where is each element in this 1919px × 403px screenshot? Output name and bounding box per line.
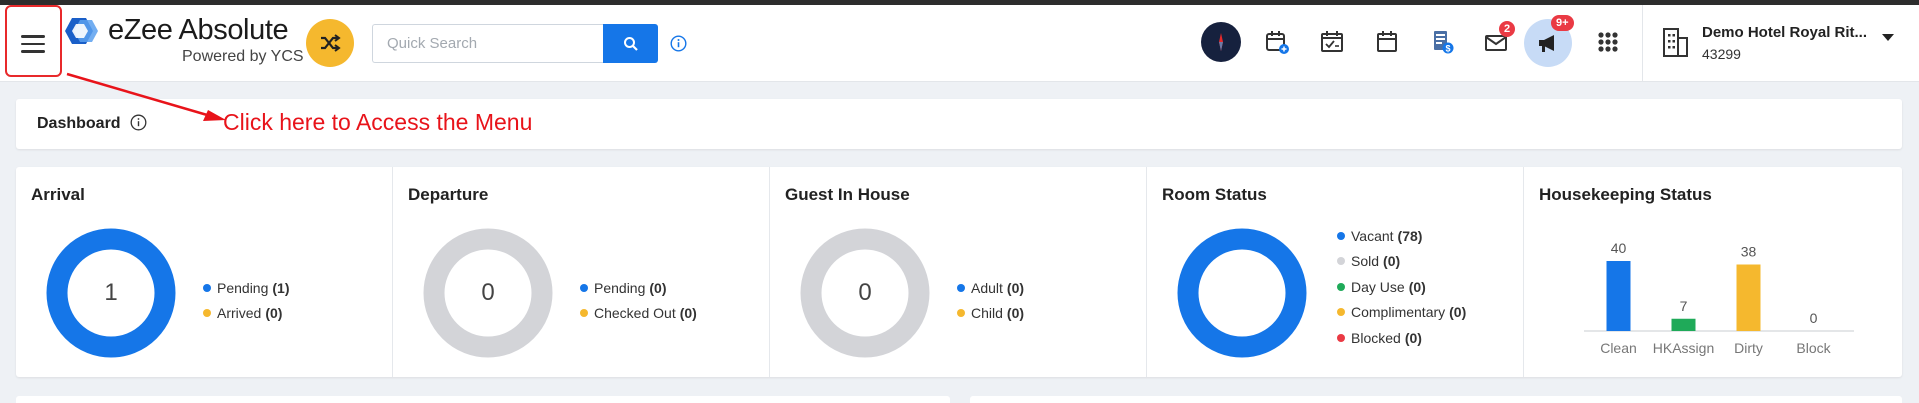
card-title: Departure bbox=[408, 185, 489, 204]
arrival-donut[interactable]: 1 bbox=[46, 228, 176, 358]
hotel-building-icon bbox=[1663, 28, 1688, 57]
shuffle-icon bbox=[321, 34, 341, 52]
data-label: 0 bbox=[1810, 310, 1818, 326]
departure-donut[interactable]: 0 bbox=[423, 228, 553, 358]
mail-badge: 2 bbox=[1499, 21, 1516, 37]
apps-grid-icon[interactable] bbox=[1590, 24, 1626, 60]
donut-center-value: 0 bbox=[858, 279, 872, 306]
housekeeping-bar-chart[interactable]: 40 Clean 7 HKAssign 38 Dirty 0 Block bbox=[1584, 209, 1864, 369]
donut-center-value: 0 bbox=[481, 279, 495, 306]
legend-item[interactable]: Complimentary (0) bbox=[1337, 300, 1466, 326]
dashboard-info-icon[interactable] bbox=[130, 114, 147, 136]
app-logo[interactable]: eZee Absolute Powered by YCS bbox=[62, 12, 304, 72]
stats-panel: Arrival 1 Pending (1) Arrived (0) Departur… bbox=[16, 167, 1902, 377]
bar-clean[interactable] bbox=[1606, 261, 1631, 331]
room-status-legend: Vacant (78) Sold (0) Day Use (0) Compliment… bbox=[1337, 223, 1466, 351]
hotel-name: Demo Hotel Royal Rit... bbox=[1702, 24, 1868, 41]
legend-item[interactable]: Pending (0) bbox=[580, 275, 697, 301]
card-title: Guest In House bbox=[785, 185, 910, 204]
quick-search-input[interactable] bbox=[372, 24, 604, 63]
search-icon bbox=[623, 36, 638, 51]
page-title: Dashboard bbox=[37, 115, 121, 132]
card-title: Arrival bbox=[31, 185, 85, 204]
x-tick-label: HKAssign bbox=[1653, 340, 1714, 356]
bar-dirty[interactable] bbox=[1736, 264, 1761, 332]
legend-item[interactable]: Arrived (0) bbox=[203, 301, 290, 327]
svg-text:$: $ bbox=[1445, 44, 1450, 54]
departure-card[interactable]: Departure 0 Pending (0) Checked Out (0) bbox=[393, 167, 770, 377]
card-title: Housekeeping Status bbox=[1539, 185, 1712, 204]
task-calendar-icon[interactable] bbox=[1314, 24, 1350, 60]
x-tick-label: Clean bbox=[1600, 340, 1637, 356]
hotel-code: 43299 bbox=[1702, 46, 1741, 62]
legend-item[interactable]: Checked Out (0) bbox=[580, 301, 697, 327]
guest-donut[interactable]: 0 bbox=[800, 228, 930, 358]
x-tick-label: Dirty bbox=[1734, 340, 1763, 356]
legend-item[interactable]: Adult (0) bbox=[957, 275, 1024, 301]
guest-in-house-card[interactable]: Guest In House 0 Adult (0) Child (0) bbox=[770, 167, 1147, 377]
brand-subtitle: Powered by YCS bbox=[182, 48, 304, 65]
bottom-panel-left bbox=[16, 396, 950, 403]
data-label: 7 bbox=[1680, 298, 1688, 314]
donut-center-value bbox=[1177, 228, 1307, 358]
announcement-icon bbox=[1539, 35, 1554, 52]
compass-icon[interactable] bbox=[1201, 22, 1241, 62]
calendar-icon[interactable] bbox=[1369, 24, 1405, 60]
billing-icon[interactable]: $ bbox=[1424, 24, 1460, 60]
legend-item[interactable]: Child (0) bbox=[957, 301, 1024, 327]
donut-center-value: 1 bbox=[104, 279, 118, 306]
legend-item[interactable]: Pending (1) bbox=[203, 275, 290, 301]
departure-legend: Pending (0) Checked Out (0) bbox=[580, 275, 697, 326]
menu-button[interactable] bbox=[5, 5, 62, 77]
announcement-badge: 9+ bbox=[1551, 15, 1574, 31]
card-title: Room Status bbox=[1162, 185, 1267, 204]
arrival-card[interactable]: Arrival 1 Pending (1) Arrived (0) bbox=[16, 167, 393, 377]
chevron-down-icon bbox=[1882, 34, 1894, 41]
annotation-text: Click here to Access the Menu bbox=[223, 109, 533, 135]
hotel-selector[interactable]: Demo Hotel Royal Rit... 43299 bbox=[1660, 20, 1900, 65]
ezee-logo-icon bbox=[65, 18, 98, 44]
search-button[interactable] bbox=[603, 24, 658, 63]
data-label: 38 bbox=[1741, 244, 1757, 260]
search-info-icon[interactable] bbox=[670, 35, 687, 57]
legend-item[interactable]: Blocked (0) bbox=[1337, 325, 1466, 351]
arrival-legend: Pending (1) Arrived (0) bbox=[203, 275, 290, 326]
brand-name: eZee Absolute bbox=[108, 14, 289, 46]
switch-property-button[interactable] bbox=[306, 19, 354, 67]
guest-legend: Adult (0) Child (0) bbox=[957, 275, 1024, 326]
x-tick-label: Block bbox=[1796, 340, 1831, 356]
bottom-panel-right bbox=[970, 396, 1902, 403]
housekeeping-status-card[interactable]: Housekeeping Status 40 Clean 7 HKAssign 38 Di… bbox=[1524, 167, 1902, 377]
menu-icon bbox=[21, 35, 45, 53]
room-status-donut[interactable] bbox=[1177, 228, 1307, 358]
reservation-calendar-icon[interactable] bbox=[1259, 24, 1295, 60]
bar-hkassign[interactable] bbox=[1671, 318, 1696, 331]
legend-item[interactable]: Sold (0) bbox=[1337, 249, 1466, 275]
room-status-card[interactable]: Room Status Vacant (78) Sold (0) Day Use (0… bbox=[1147, 167, 1524, 377]
legend-item[interactable]: Day Use (0) bbox=[1337, 274, 1466, 300]
legend-item[interactable]: Vacant (78) bbox=[1337, 223, 1466, 249]
header-divider bbox=[1642, 5, 1643, 82]
data-label: 40 bbox=[1611, 240, 1627, 256]
